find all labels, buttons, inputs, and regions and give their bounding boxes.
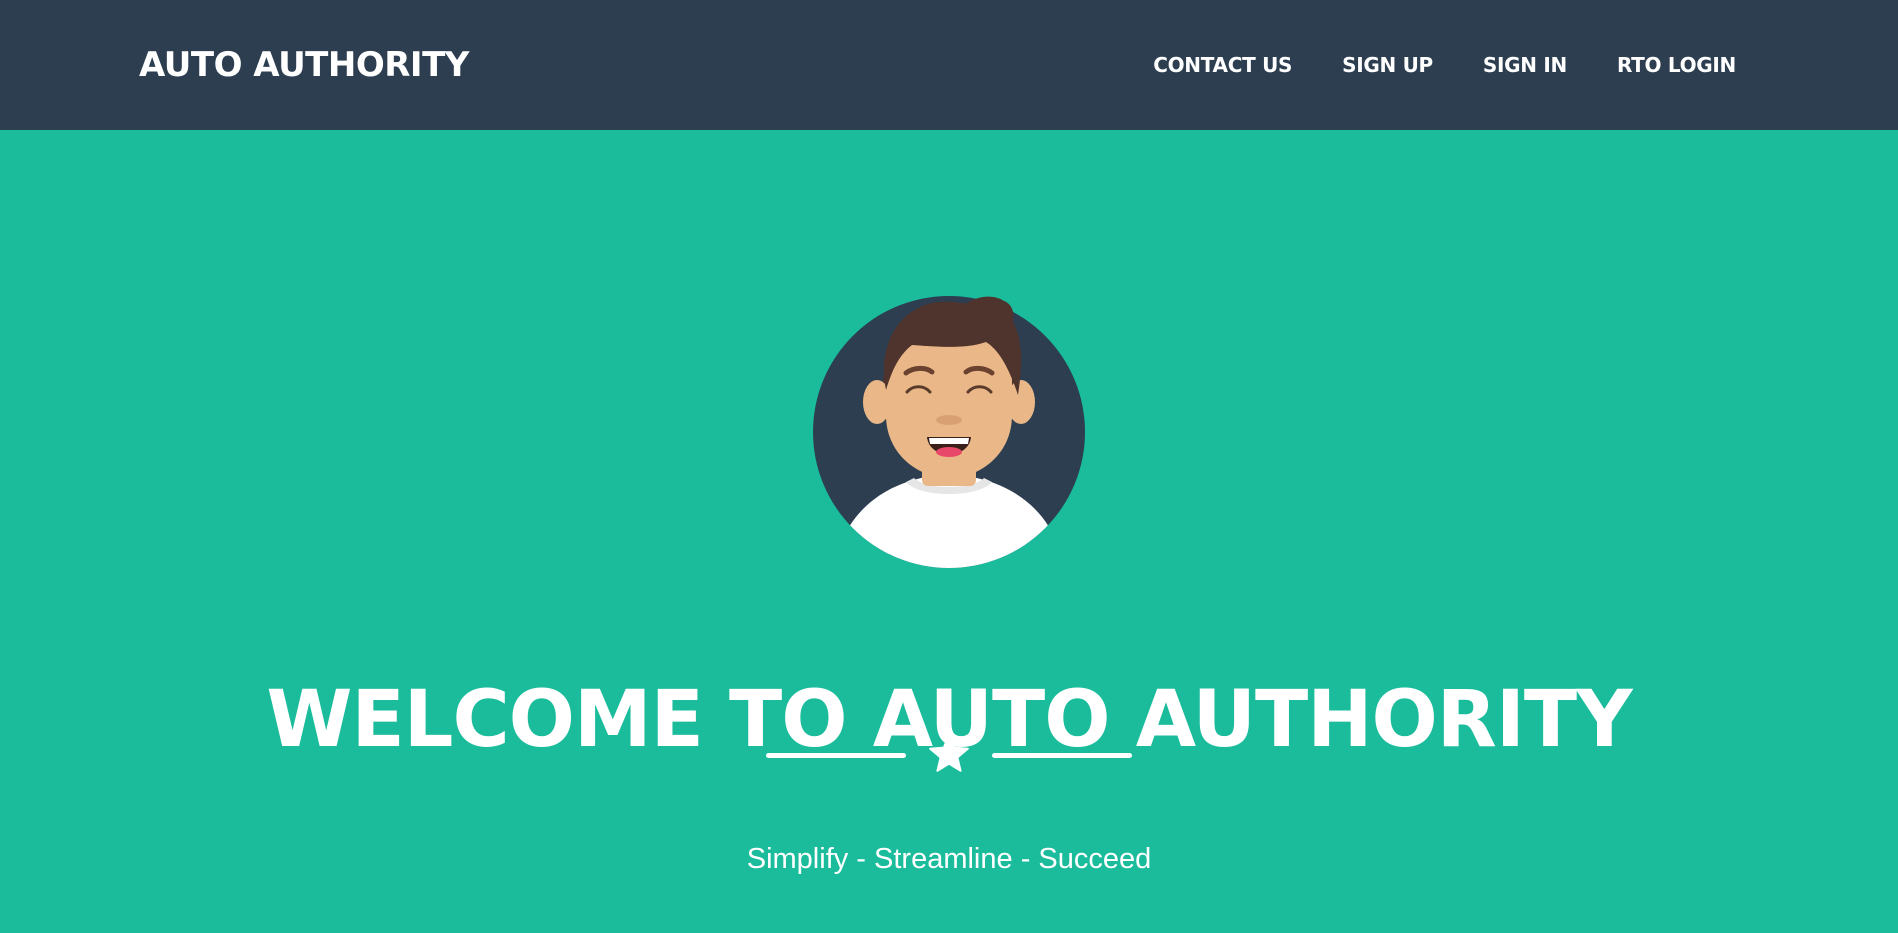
star-icon [929, 734, 969, 772]
divider-line-right [992, 753, 1132, 758]
nav-link-sign-up[interactable]: SIGN UP [1342, 50, 1433, 80]
navbar: AUTO AUTHORITY CONTACT US SIGN UP SIGN I… [0, 0, 1898, 130]
nav-link-sign-in[interactable]: SIGN IN [1483, 50, 1567, 80]
smiling-man-avatar-icon [813, 296, 1085, 568]
hero-section: WELCOME TO AUTO AUTHORITY Simplify - Str… [0, 130, 1898, 933]
brand-logo-link[interactable]: AUTO AUTHORITY [139, 42, 469, 88]
nav-link-contact-us[interactable]: CONTACT US [1153, 50, 1292, 80]
divider-line-left [766, 753, 906, 758]
nav-link-rto-login[interactable]: RTO LOGIN [1617, 50, 1736, 80]
tagline: Simplify - Streamline - Succeed [746, 843, 1152, 875]
nav-menu: CONTACT US SIGN UP SIGN IN RTO LOGIN [1103, 50, 1736, 80]
title-divider [766, 730, 1132, 780]
avatar [794, 250, 1104, 570]
